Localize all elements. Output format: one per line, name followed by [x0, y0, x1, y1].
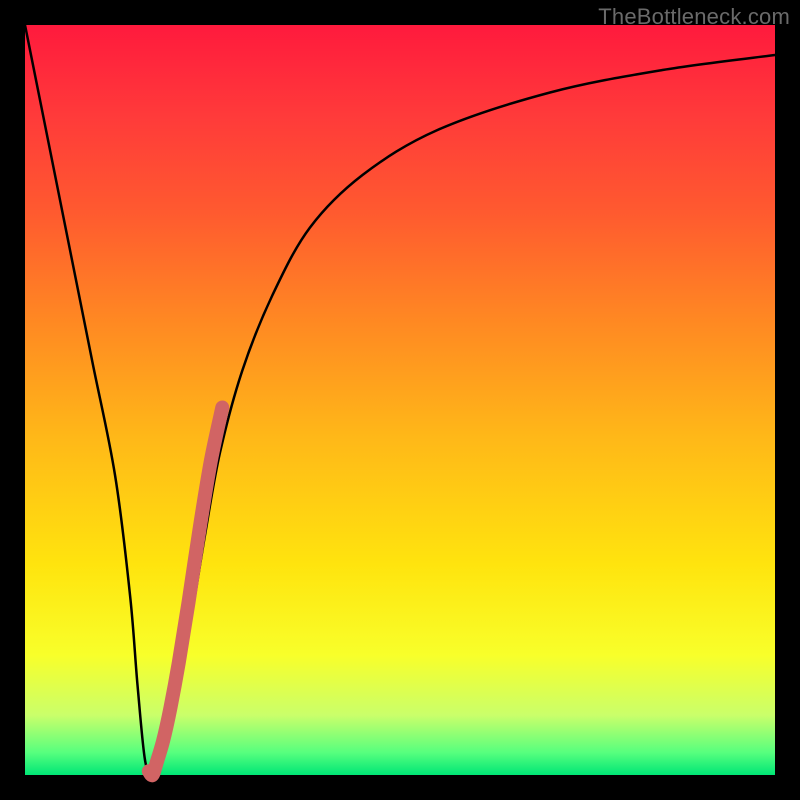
chart-frame: TheBottleneck.com	[0, 0, 800, 800]
bottleneck-curve-path	[25, 25, 775, 775]
highlight-segment-path	[149, 408, 223, 776]
plot-area	[25, 25, 775, 775]
chart-svg	[25, 25, 775, 775]
